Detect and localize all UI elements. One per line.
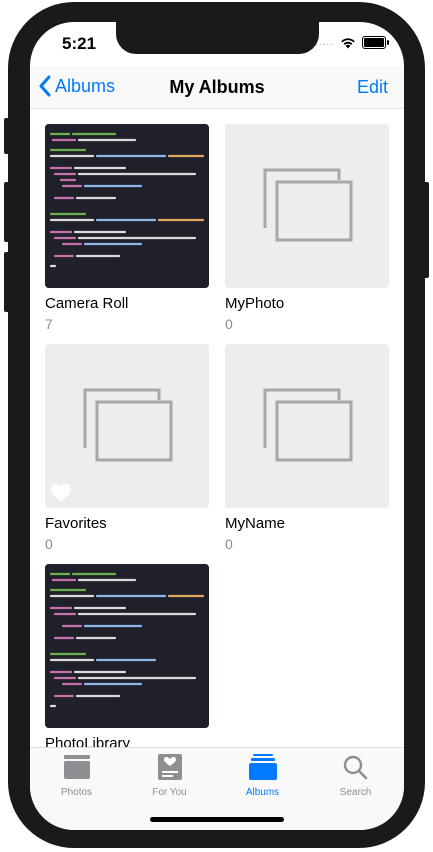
tab-photos[interactable]: Photos (30, 754, 123, 798)
albums-icon (248, 754, 277, 780)
notch (116, 22, 319, 54)
home-indicator[interactable] (150, 817, 284, 822)
album-thumbnail (45, 564, 209, 728)
album-title: MyPhoto (225, 295, 285, 312)
album-count: 0 (45, 536, 53, 552)
signal-dots: ..... (315, 37, 334, 48)
for-you-icon (157, 754, 182, 780)
wifi-icon (341, 37, 355, 48)
battery-icon (362, 36, 389, 49)
album-photolibrary[interactable]: PhotoLibrary (45, 564, 209, 749)
photos-icon (63, 755, 90, 779)
tab-label: Albums (245, 787, 280, 798)
code-screenshot-image (45, 564, 209, 728)
mute-switch (4, 118, 10, 154)
album-count: 0 (225, 536, 233, 552)
tab-label: Photos (60, 787, 93, 798)
album-myname[interactable]: MyName 0 (225, 344, 389, 552)
stacked-photos-icon (83, 388, 173, 462)
search-icon (343, 755, 367, 780)
album-myphoto[interactable]: MyPhoto 0 (225, 124, 389, 332)
phone-screen: 5:21 ..... Albums My Albums Edit Camera … (30, 22, 404, 830)
tab-albums[interactable]: Albums (216, 754, 309, 798)
navigation-bar: Albums My Albums Edit (30, 66, 404, 109)
tab-label: Search (339, 787, 372, 798)
album-thumbnail (225, 344, 389, 508)
edit-button[interactable]: Edit (357, 77, 388, 98)
volume-up-button (4, 182, 10, 242)
albums-grid: Camera Roll 7 MyPhoto 0 Favorites 0 MyNa… (30, 109, 404, 749)
stacked-photos-icon (263, 168, 353, 242)
page-title: My Albums (169, 77, 265, 97)
power-button (423, 182, 429, 278)
album-title: Favorites (45, 515, 107, 532)
status-icons: ..... (315, 36, 389, 49)
volume-down-button (4, 252, 10, 312)
album-thumbnail (45, 124, 209, 288)
heart-icon (51, 484, 71, 501)
album-thumbnail (225, 124, 389, 288)
tab-label: For You (152, 787, 187, 798)
album-title: Camera Roll (45, 295, 129, 312)
tab-bar: Photos For You Albums Search (30, 747, 404, 830)
stacked-photos-icon (263, 388, 353, 462)
album-thumbnail (45, 344, 209, 508)
album-favorites[interactable]: Favorites 0 (45, 344, 209, 552)
code-screenshot-image (45, 124, 209, 288)
status-time: 5:21 (62, 34, 97, 53)
album-title: MyName (225, 515, 286, 532)
tab-search[interactable]: Search (309, 754, 402, 798)
tab-for-you[interactable]: For You (123, 754, 216, 798)
album-camera-roll[interactable]: Camera Roll 7 (45, 124, 209, 332)
album-count: 0 (225, 316, 233, 332)
album-count: 7 (45, 316, 53, 332)
